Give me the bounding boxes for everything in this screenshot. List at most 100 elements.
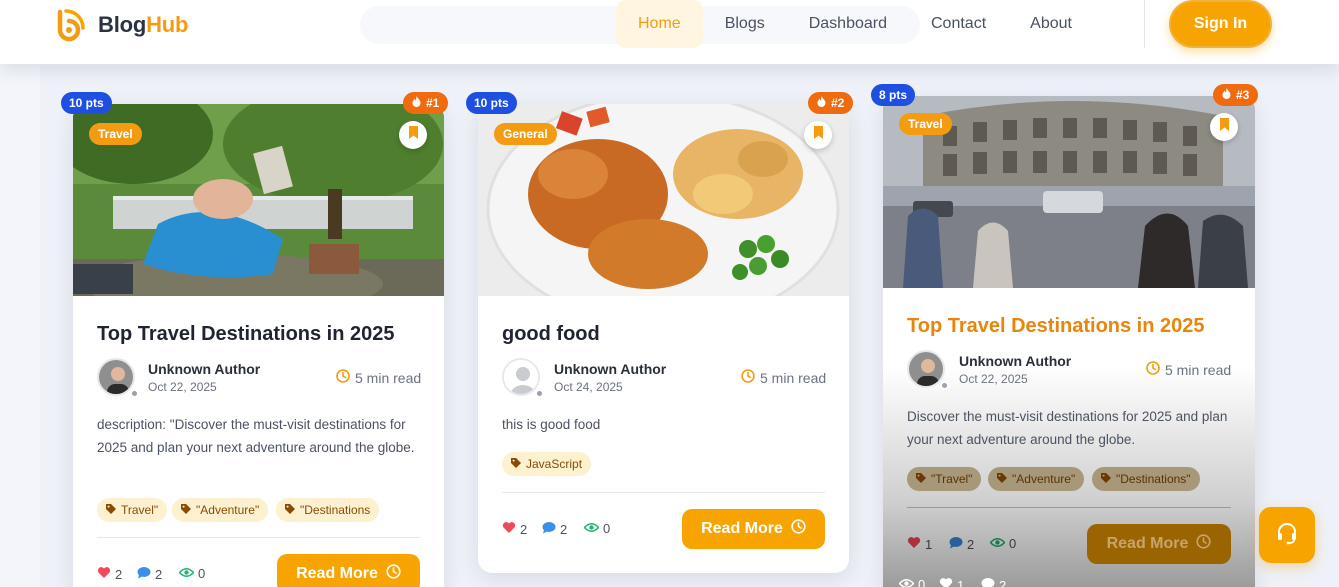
overlay-comments: 2 bbox=[981, 577, 1006, 587]
rank-label: #3 bbox=[1236, 88, 1250, 102]
likes-value: 1 bbox=[925, 536, 933, 552]
tag-label: "Adventure" bbox=[1012, 472, 1076, 486]
clock-icon bbox=[336, 369, 350, 386]
read-more-button[interactable]: Read More bbox=[277, 554, 420, 587]
post-date: Oct 22, 2025 bbox=[148, 380, 217, 394]
post-title[interactable]: Top Travel Destinations in 2025 bbox=[907, 315, 1205, 338]
read-more-label: Read More bbox=[1106, 535, 1189, 552]
eye-icon bbox=[178, 566, 195, 581]
post-title[interactable]: good food bbox=[502, 323, 600, 346]
post-description: this is good food bbox=[502, 417, 601, 432]
tag-icon bbox=[106, 503, 116, 517]
post-tag[interactable]: JavaScript bbox=[502, 452, 592, 476]
views-count: 0 bbox=[583, 521, 611, 536]
nav-item-about[interactable]: About bbox=[1008, 0, 1094, 48]
top-navbar: BlogHub Home Blogs Dashboard Contact Abo… bbox=[0, 0, 1339, 64]
rank-label: #1 bbox=[426, 96, 440, 110]
comments-count[interactable]: 2 bbox=[949, 536, 974, 552]
headset-icon bbox=[1275, 521, 1299, 550]
author-name: Unknown Author bbox=[554, 361, 667, 377]
sign-in-button[interactable]: Sign In bbox=[1169, 0, 1272, 48]
card-divider bbox=[907, 507, 1231, 508]
support-chat-button[interactable] bbox=[1259, 507, 1315, 563]
flame-icon bbox=[1222, 84, 1231, 106]
comment-icon bbox=[981, 577, 995, 587]
eye-icon bbox=[583, 521, 600, 536]
likes-count[interactable]: 1 bbox=[907, 536, 932, 552]
post-tag[interactable]: "Adventure" bbox=[172, 498, 269, 522]
bookmark-button[interactable] bbox=[804, 121, 832, 149]
views-value: 0 bbox=[603, 521, 611, 536]
comments-value: 2 bbox=[967, 536, 975, 552]
overlay-views: 0 bbox=[898, 577, 926, 587]
read-more-button[interactable]: Read More bbox=[682, 509, 825, 549]
online-status-dot bbox=[130, 389, 139, 398]
read-time-label: 5 min read bbox=[1165, 361, 1232, 378]
rank-badge: #1 bbox=[403, 92, 449, 114]
comment-icon bbox=[949, 536, 963, 552]
post-tag[interactable]: "Adventure" bbox=[988, 467, 1085, 491]
heart-icon bbox=[907, 536, 921, 552]
overlay-likes-value: 1 bbox=[957, 577, 965, 587]
bookmark-icon bbox=[408, 126, 419, 144]
category-tag[interactable]: Travel bbox=[89, 123, 142, 145]
tag-label: "Travel" bbox=[931, 472, 973, 486]
comments-value: 2 bbox=[560, 521, 568, 537]
tag-icon bbox=[285, 503, 295, 517]
bookmark-button[interactable] bbox=[1210, 113, 1238, 141]
author-name: Unknown Author bbox=[148, 361, 261, 377]
clock-icon bbox=[791, 519, 806, 539]
clock-icon bbox=[1146, 361, 1160, 378]
likes-value: 2 bbox=[520, 521, 528, 537]
tag-label: "Destinations" bbox=[1116, 472, 1191, 486]
comment-icon bbox=[542, 521, 556, 537]
online-status-dot bbox=[940, 381, 949, 390]
nav-item-contact[interactable]: Contact bbox=[909, 0, 1008, 48]
tag-label: "Adventure" bbox=[196, 503, 260, 517]
read-time-label: 5 min read bbox=[760, 369, 827, 386]
post-description: Discover the must-visit destinations for… bbox=[907, 409, 1228, 447]
category-tag[interactable]: General bbox=[494, 123, 557, 145]
tag-label: JavaScript bbox=[526, 457, 583, 471]
comments-count[interactable]: 2 bbox=[137, 566, 162, 582]
post-tag[interactable]: "Travel" bbox=[907, 467, 982, 491]
overlay-views-value: 0 bbox=[918, 577, 926, 587]
online-status-dot bbox=[535, 389, 544, 398]
bookmark-button[interactable] bbox=[399, 121, 427, 149]
post-tag[interactable]: "Destinations" bbox=[1092, 467, 1200, 491]
card-divider bbox=[97, 537, 420, 538]
tag-icon bbox=[181, 503, 191, 517]
likes-count[interactable]: 2 bbox=[97, 566, 122, 582]
views-value: 0 bbox=[198, 566, 206, 581]
views-count: 0 bbox=[178, 566, 206, 581]
nav-item-dashboard[interactable]: Dashboard bbox=[787, 0, 909, 48]
eye-icon bbox=[989, 536, 1006, 551]
post-tag[interactable]: "Destinations bbox=[276, 498, 380, 522]
category-tag[interactable]: Travel bbox=[899, 113, 952, 135]
nav-item-blogs[interactable]: Blogs bbox=[703, 0, 787, 48]
points-badge: 8 pts bbox=[871, 84, 916, 106]
blog-card[interactable]: Travel Top Travel Destinations in 2025 U… bbox=[883, 96, 1255, 587]
clock-icon bbox=[741, 369, 755, 386]
eye-icon bbox=[898, 577, 915, 587]
read-more-button[interactable]: Read More bbox=[1087, 524, 1231, 564]
views-count: 0 bbox=[989, 536, 1016, 551]
post-date: Oct 24, 2025 bbox=[554, 380, 623, 394]
author-avatar bbox=[97, 358, 135, 396]
likes-value: 2 bbox=[115, 566, 123, 582]
brand-logo[interactable]: BlogHub bbox=[54, 8, 188, 42]
blog-card[interactable]: Travel Top Travel Destinations in 2025 U… bbox=[73, 104, 444, 587]
points-badge: 10 pts bbox=[61, 92, 112, 114]
nav-item-home[interactable]: Home bbox=[616, 0, 703, 48]
clock-icon bbox=[386, 564, 401, 584]
post-tag[interactable]: Travel" bbox=[97, 498, 168, 522]
tag-label: "Destinations bbox=[300, 503, 371, 517]
blog-card[interactable]: General good food Unknown Author Oct 24,… bbox=[478, 104, 849, 573]
post-title[interactable]: Top Travel Destinations in 2025 bbox=[97, 323, 395, 346]
tag-icon bbox=[997, 472, 1007, 486]
comments-count[interactable]: 2 bbox=[542, 521, 567, 537]
rank-label: #2 bbox=[831, 96, 845, 110]
rank-badge: #3 bbox=[1213, 84, 1259, 106]
likes-count[interactable]: 2 bbox=[502, 521, 527, 537]
brand-name: BlogHub bbox=[98, 12, 188, 38]
